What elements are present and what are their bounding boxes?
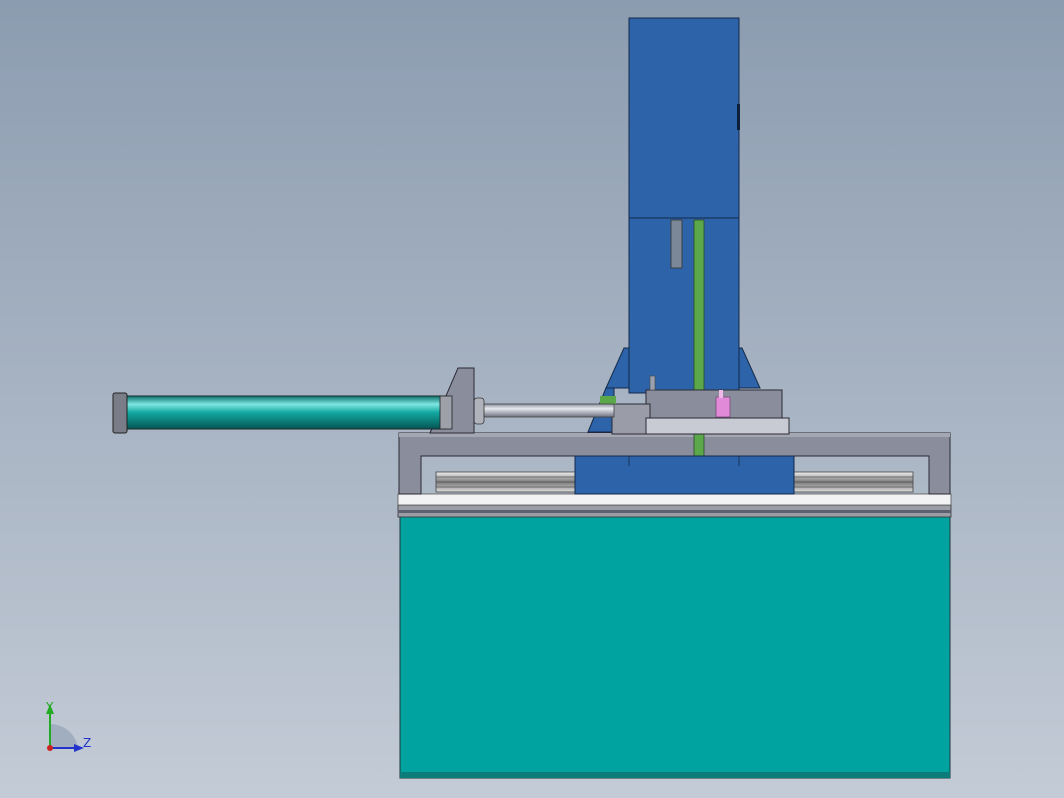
linear-rail-right[interactable]: [792, 471, 914, 493]
base-cabinet[interactable]: [397, 493, 952, 779]
linear-rail-left[interactable]: [435, 471, 577, 493]
pneumatic-cylinder[interactable]: [112, 392, 453, 434]
triad-z-label: Z: [83, 736, 91, 750]
triad-origin: [47, 745, 53, 751]
cad-graphics-viewport[interactable]: Y Z: [0, 0, 1064, 798]
cad-model-view[interactable]: Y Z: [0, 0, 1064, 798]
triad-y-label: Y: [45, 700, 54, 714]
